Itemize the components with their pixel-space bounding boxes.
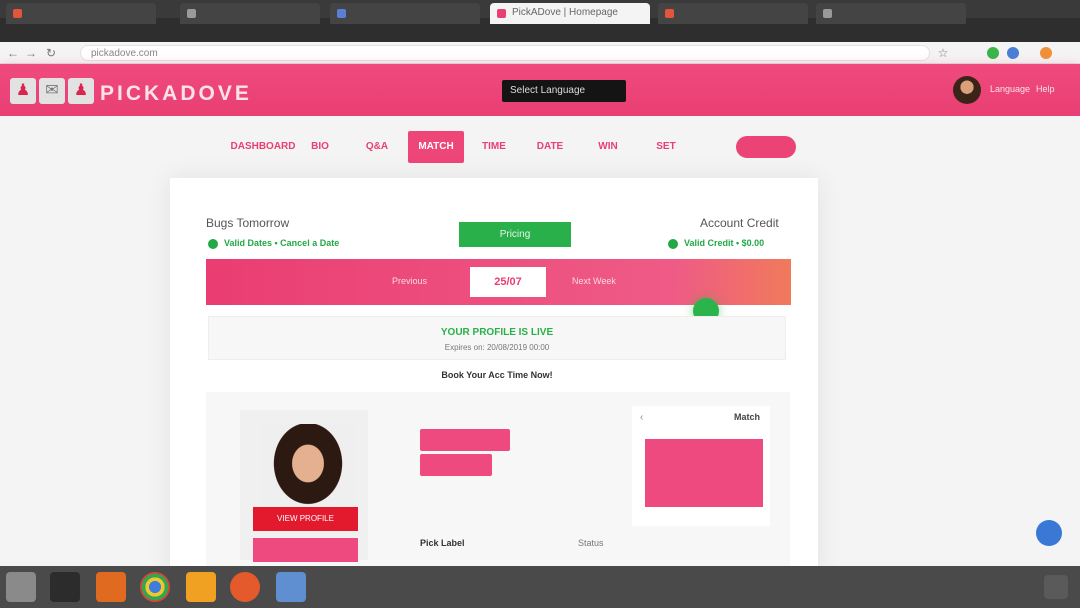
tab-favicon-icon bbox=[665, 9, 674, 18]
header-link-help[interactable]: Help bbox=[1036, 84, 1055, 94]
brand-name[interactable]: PICKADOVE bbox=[100, 82, 252, 106]
view-profile-button[interactable]: VIEW PROFILE bbox=[253, 507, 358, 531]
recaptcha-icon[interactable] bbox=[1036, 520, 1062, 546]
right-status-title: Account Credit bbox=[700, 216, 779, 230]
reload-icon[interactable]: ↻ bbox=[44, 46, 58, 60]
browser-tab[interactable] bbox=[6, 3, 156, 24]
document-app-icon[interactable] bbox=[276, 572, 306, 602]
postman-app-icon[interactable] bbox=[230, 572, 260, 602]
step-tab-win[interactable]: WIN bbox=[586, 131, 630, 163]
browser-tab[interactable] bbox=[816, 3, 966, 24]
user-avatar[interactable] bbox=[953, 76, 981, 104]
profile-icon[interactable] bbox=[1040, 47, 1052, 59]
extension-icon[interactable] bbox=[987, 47, 999, 59]
browser-tab[interactable] bbox=[658, 3, 808, 24]
status-check-icon bbox=[668, 239, 678, 249]
match-box-title: Match bbox=[734, 412, 761, 422]
tab-favicon-icon bbox=[337, 9, 346, 18]
back-icon[interactable]: ← bbox=[6, 46, 20, 60]
profile-photo[interactable] bbox=[262, 424, 354, 518]
bookmark-star-icon[interactable]: ☆ bbox=[936, 46, 950, 60]
forward-icon[interactable]: → bbox=[24, 46, 38, 60]
profile-option-button[interactable] bbox=[420, 454, 492, 476]
tab-favicon-icon bbox=[13, 9, 22, 18]
left-status-title: Bugs Tomorrow bbox=[206, 216, 290, 230]
show-desktop-icon[interactable] bbox=[1044, 575, 1068, 599]
profile-option-button[interactable] bbox=[420, 429, 510, 451]
profile-live-expiry: Expires on: 20/08/2019 00:00 bbox=[444, 343, 550, 352]
step-tab-dashboard[interactable]: DASHBOARD bbox=[228, 131, 298, 163]
tab-favicon-icon bbox=[497, 9, 506, 18]
pricing-button[interactable]: Pricing bbox=[459, 222, 571, 247]
terminal-app-icon[interactable] bbox=[50, 572, 80, 602]
current-date-box[interactable]: 25/07 bbox=[470, 267, 546, 297]
browser-tab[interactable] bbox=[180, 3, 320, 24]
tab-favicon-icon bbox=[187, 9, 196, 18]
right-status-stat[interactable]: Valid Credit • $0.00 bbox=[684, 238, 764, 248]
browser-tab[interactable] bbox=[330, 3, 480, 24]
language-select[interactable]: Select Language bbox=[502, 80, 626, 102]
search-button[interactable] bbox=[736, 136, 796, 158]
browser-tab-active[interactable]: PickADove | Homepage bbox=[490, 3, 650, 24]
logo-dove-icon: ♟ bbox=[10, 78, 36, 104]
chrome-app-icon[interactable] bbox=[140, 572, 170, 602]
step-tab-match[interactable]: MATCH bbox=[408, 131, 464, 163]
address-bar[interactable]: pickadove.com bbox=[80, 45, 930, 61]
office-app-icon[interactable] bbox=[96, 572, 126, 602]
status-check-icon bbox=[208, 239, 218, 249]
sublime-app-icon[interactable] bbox=[186, 572, 216, 602]
pick-label: Pick Label bbox=[420, 538, 465, 548]
step-tab-set[interactable]: SET bbox=[644, 131, 688, 163]
files-app-icon[interactable] bbox=[6, 572, 36, 602]
step-tab-qa[interactable]: Q&A bbox=[355, 131, 399, 163]
tab-favicon-icon bbox=[823, 9, 832, 18]
match-box-content[interactable] bbox=[645, 439, 763, 507]
profile-action-button[interactable] bbox=[253, 538, 358, 562]
previous-week-link[interactable]: Previous bbox=[392, 276, 427, 286]
profile-live-panel bbox=[208, 316, 786, 360]
step-tab-date[interactable]: DATE bbox=[528, 131, 572, 163]
step-tab-bio[interactable]: BIO bbox=[300, 131, 340, 163]
header-link-language[interactable]: Language bbox=[990, 84, 1030, 94]
chevron-left-icon[interactable]: ‹ bbox=[640, 412, 643, 423]
browser-toolbar: ← → ↻ pickadove.com ☆ bbox=[0, 42, 1080, 64]
status-label: Status bbox=[578, 538, 604, 548]
profile-live-title: YOUR PROFILE IS LIVE bbox=[440, 327, 554, 338]
extension-icon[interactable] bbox=[1007, 47, 1019, 59]
book-tagline: Book Your Acc Time Now! bbox=[441, 370, 553, 380]
step-tab-time[interactable]: TIME bbox=[472, 131, 516, 163]
logo-mail-icon: ✉ bbox=[39, 78, 65, 104]
next-week-link[interactable]: Next Week bbox=[572, 276, 616, 286]
logo-dove-icon: ♟ bbox=[68, 78, 94, 104]
left-status-stat[interactable]: Valid Dates • Cancel a Date bbox=[224, 238, 339, 248]
